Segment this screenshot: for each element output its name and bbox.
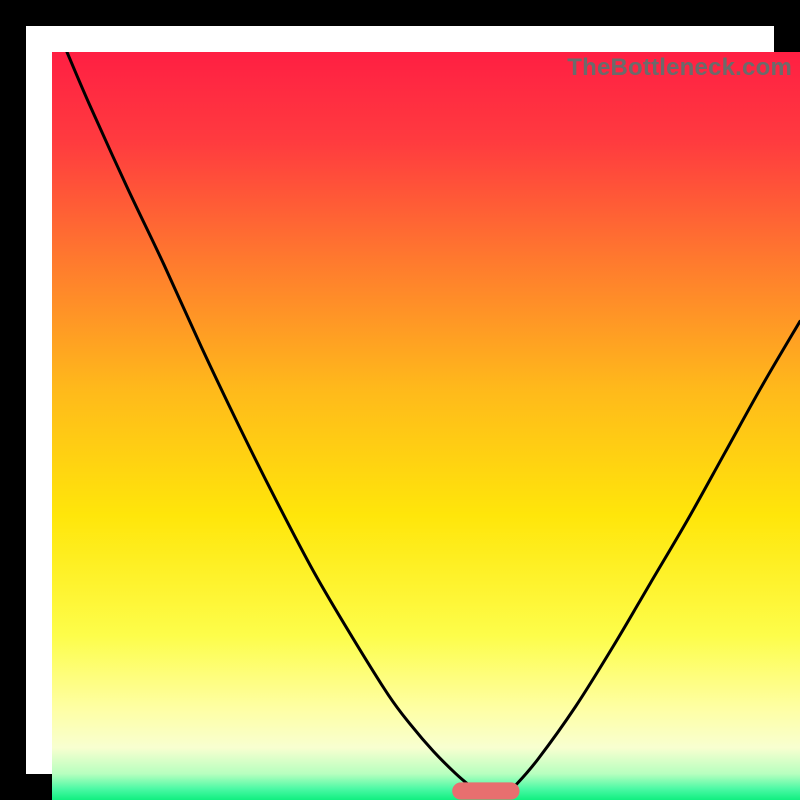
chart-plot-area: TheBottleneck.com	[52, 52, 800, 800]
watermark-label: TheBottleneck.com	[567, 54, 792, 82]
gradient-background	[52, 52, 800, 800]
optimal-marker	[452, 782, 519, 799]
chart-frame: TheBottleneck.com	[0, 0, 800, 800]
chart-svg	[52, 52, 800, 800]
